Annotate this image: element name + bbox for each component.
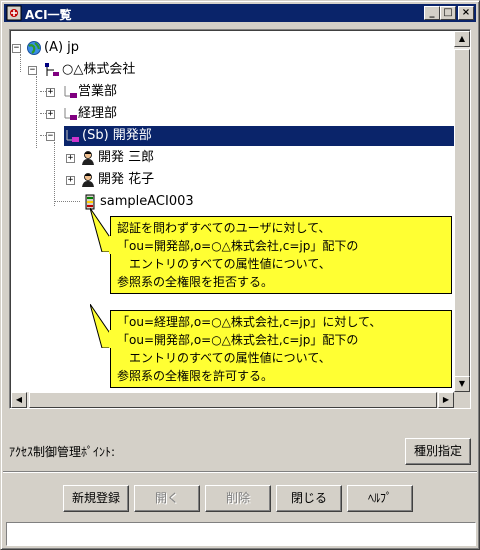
- tree-node-company[interactable]: − ○△株式会社: [10, 60, 310, 80]
- note-line: 「ou=開発部,o=○△株式会社,c=jp」配下の: [117, 239, 359, 253]
- expand-toggle[interactable]: +: [66, 154, 75, 163]
- aci-list-window: ACI一覧 _ □ × − (A) jp − ○△株式会社 + 営業部 + 経理…: [0, 0, 480, 550]
- new-register-label: 新規登録: [71, 491, 120, 505]
- title-bar[interactable]: ACI一覧 _ □ ×: [4, 4, 476, 22]
- collapse-toggle[interactable]: −: [46, 132, 55, 141]
- tree-node-sales[interactable]: + 営業部: [10, 82, 310, 102]
- tree-node-label: ○△株式会社: [62, 62, 136, 77]
- type-specify-label: 種別指定: [413, 444, 462, 458]
- close-icon: ×: [461, 7, 471, 18]
- app-icon: [6, 5, 22, 21]
- person-icon: [82, 173, 94, 187]
- open-button[interactable]: 開く: [134, 485, 200, 512]
- aci-tree-view[interactable]: − (A) jp − ○△株式会社 + 営業部 + 経理部 − (Sb) 開発部…: [9, 29, 471, 409]
- aci-description-note-deny: 認証を問わずすべてのユーザに対して、 「ou=開発部,o=○△株式会社,c=jp…: [110, 216, 452, 294]
- tree-node-label: 経理部: [78, 106, 118, 121]
- org-unit-icon: [64, 86, 77, 98]
- aci-description-note-allow: 「ou=経理部,o=○△株式会社,c=jp」に対して、 「ou=開発部,o=○△…: [110, 310, 452, 388]
- tree-node-person-saburo[interactable]: + 開発 三郎: [10, 148, 310, 168]
- scroll-corner: [454, 392, 470, 408]
- collapse-toggle[interactable]: −: [12, 44, 21, 53]
- organization-icon: [45, 63, 59, 76]
- scroll-thumb-vertical[interactable]: [454, 49, 470, 387]
- callout-pointer-join: [109, 330, 123, 348]
- access-control-point-label: ｱｸｾｽ制御管理ﾎﾟｲﾝﾄ:: [9, 445, 116, 459]
- note-line: 認証を問わずすべてのユーザに対して、: [117, 221, 331, 235]
- delete-label: 削除: [225, 491, 250, 505]
- minimize-icon: _: [429, 7, 435, 18]
- tree-node-accounting[interactable]: + 経理部: [10, 104, 310, 124]
- new-register-button[interactable]: 新規登録: [63, 485, 129, 512]
- status-bar: [6, 522, 476, 546]
- open-label: 開く: [154, 491, 179, 505]
- help-label: ﾍﾙﾌﾟ: [367, 491, 392, 505]
- note-line: エントリのすべての属性値について、: [117, 257, 331, 271]
- close-window-button[interactable]: ×: [458, 6, 474, 20]
- window-title: ACI一覧: [25, 8, 72, 22]
- note-line: 参照系の全権限を許可する。: [117, 369, 274, 383]
- note-line: エントリのすべての属性値について、: [117, 351, 331, 365]
- separator: [3, 471, 477, 473]
- expand-toggle[interactable]: +: [46, 110, 55, 119]
- scroll-up-button[interactable]: ▲: [454, 31, 470, 47]
- tree-node-label: (Sb) 開発部: [82, 128, 152, 143]
- close-label: 閉じる: [290, 491, 327, 505]
- scroll-down-button[interactable]: ▼: [454, 376, 470, 392]
- org-unit-icon: [66, 130, 79, 142]
- maximize-icon: □: [443, 7, 453, 18]
- close-button[interactable]: 閉じる: [276, 485, 342, 512]
- expand-toggle[interactable]: +: [66, 176, 75, 185]
- person-icon: [82, 151, 94, 165]
- tree-node-label: 営業部: [78, 84, 118, 99]
- help-button[interactable]: ﾍﾙﾌﾟ: [347, 485, 413, 512]
- scroll-thumb-horizontal[interactable]: [29, 392, 437, 408]
- tree-node-label: (A) jp: [44, 40, 80, 55]
- org-unit-icon: [64, 108, 77, 120]
- scroll-right-button[interactable]: ▶: [438, 392, 454, 408]
- horizontal-scrollbar[interactable]: ◀ ▶: [11, 392, 454, 408]
- maximize-button[interactable]: □: [440, 6, 456, 20]
- delete-button[interactable]: 削除: [205, 485, 271, 512]
- expand-toggle[interactable]: +: [46, 88, 55, 97]
- tree-node-jp[interactable]: − (A) jp: [10, 38, 310, 58]
- collapse-toggle[interactable]: −: [28, 66, 37, 75]
- callout-pointer-join: [109, 236, 123, 254]
- tree-node-label: 開発 三郎: [98, 150, 155, 165]
- minimize-button[interactable]: _: [424, 6, 440, 20]
- type-specify-button[interactable]: 種別指定: [405, 438, 471, 465]
- scroll-left-button[interactable]: ◀: [11, 392, 27, 408]
- note-line: 「ou=経理部,o=○△株式会社,c=jp」に対して、: [117, 315, 382, 329]
- note-line: 参照系の全権限を拒否する。: [117, 275, 274, 289]
- vertical-scrollbar[interactable]: ▲ ▼: [454, 31, 470, 392]
- tree-node-aci[interactable]: sampleACI003: [10, 192, 310, 212]
- tree-node-label: 開発 花子: [98, 172, 155, 187]
- globe-icon: [27, 41, 41, 55]
- note-line: 「ou=開発部,o=○△株式会社,c=jp」配下の: [117, 333, 359, 347]
- tree-node-person-hanako[interactable]: + 開発 花子: [10, 170, 310, 190]
- tree-node-development[interactable]: − (Sb) 開発部: [10, 126, 460, 146]
